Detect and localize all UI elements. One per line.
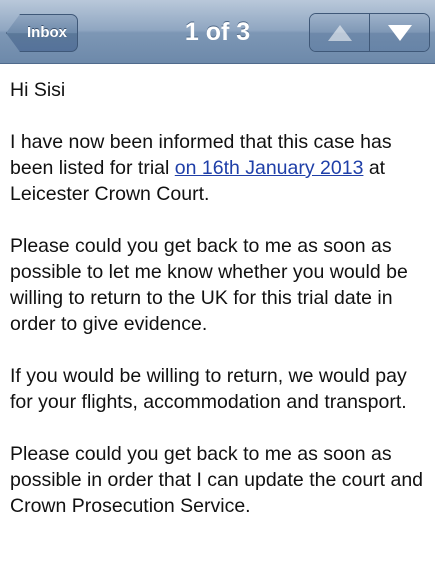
trial-date-link[interactable]: on 16th January 2013 xyxy=(175,157,364,179)
paragraph-request-reply: Please could you get back to me as soon … xyxy=(10,235,408,335)
message-body: Hi Sisi I have now been informed that th… xyxy=(10,64,425,545)
previous-message-button[interactable] xyxy=(310,14,369,51)
paragraph-trial-listing: I have now been informed that this case … xyxy=(10,129,425,207)
inbox-back-button[interactable]: Inbox xyxy=(6,14,78,52)
next-message-button[interactable] xyxy=(369,14,429,51)
up-arrow-icon xyxy=(327,24,352,41)
greeting-text: Hi Sisi xyxy=(10,79,66,101)
navigation-bar: Inbox 1 of 3 xyxy=(0,0,435,64)
paragraph-travel-offer: If you would be willing to return, we wo… xyxy=(10,365,407,413)
message-position-title: 1 of 3 xyxy=(184,18,251,46)
message-navigation-control xyxy=(309,13,430,52)
paragraph-update-court: Please could you get back to me as soon … xyxy=(10,443,424,517)
down-arrow-icon xyxy=(387,24,412,41)
